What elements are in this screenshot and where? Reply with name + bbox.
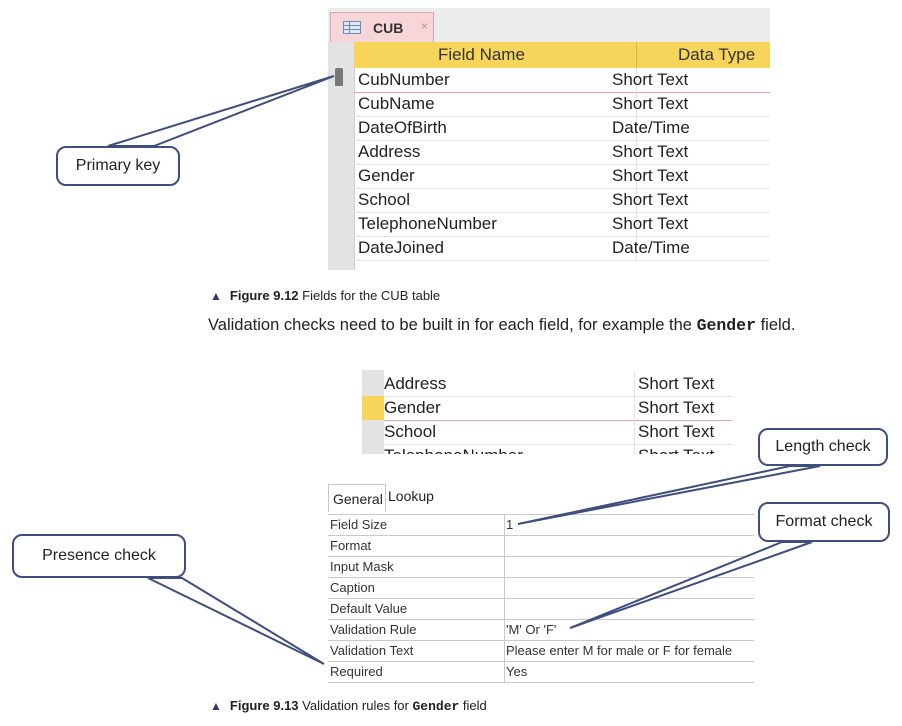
presence-check-pointer [147, 577, 325, 665]
format-check-pointer [569, 541, 813, 629]
callout-pointers [107, 75, 821, 665]
primary-key-pointer [107, 75, 335, 147]
length-check-pointer [517, 465, 821, 525]
